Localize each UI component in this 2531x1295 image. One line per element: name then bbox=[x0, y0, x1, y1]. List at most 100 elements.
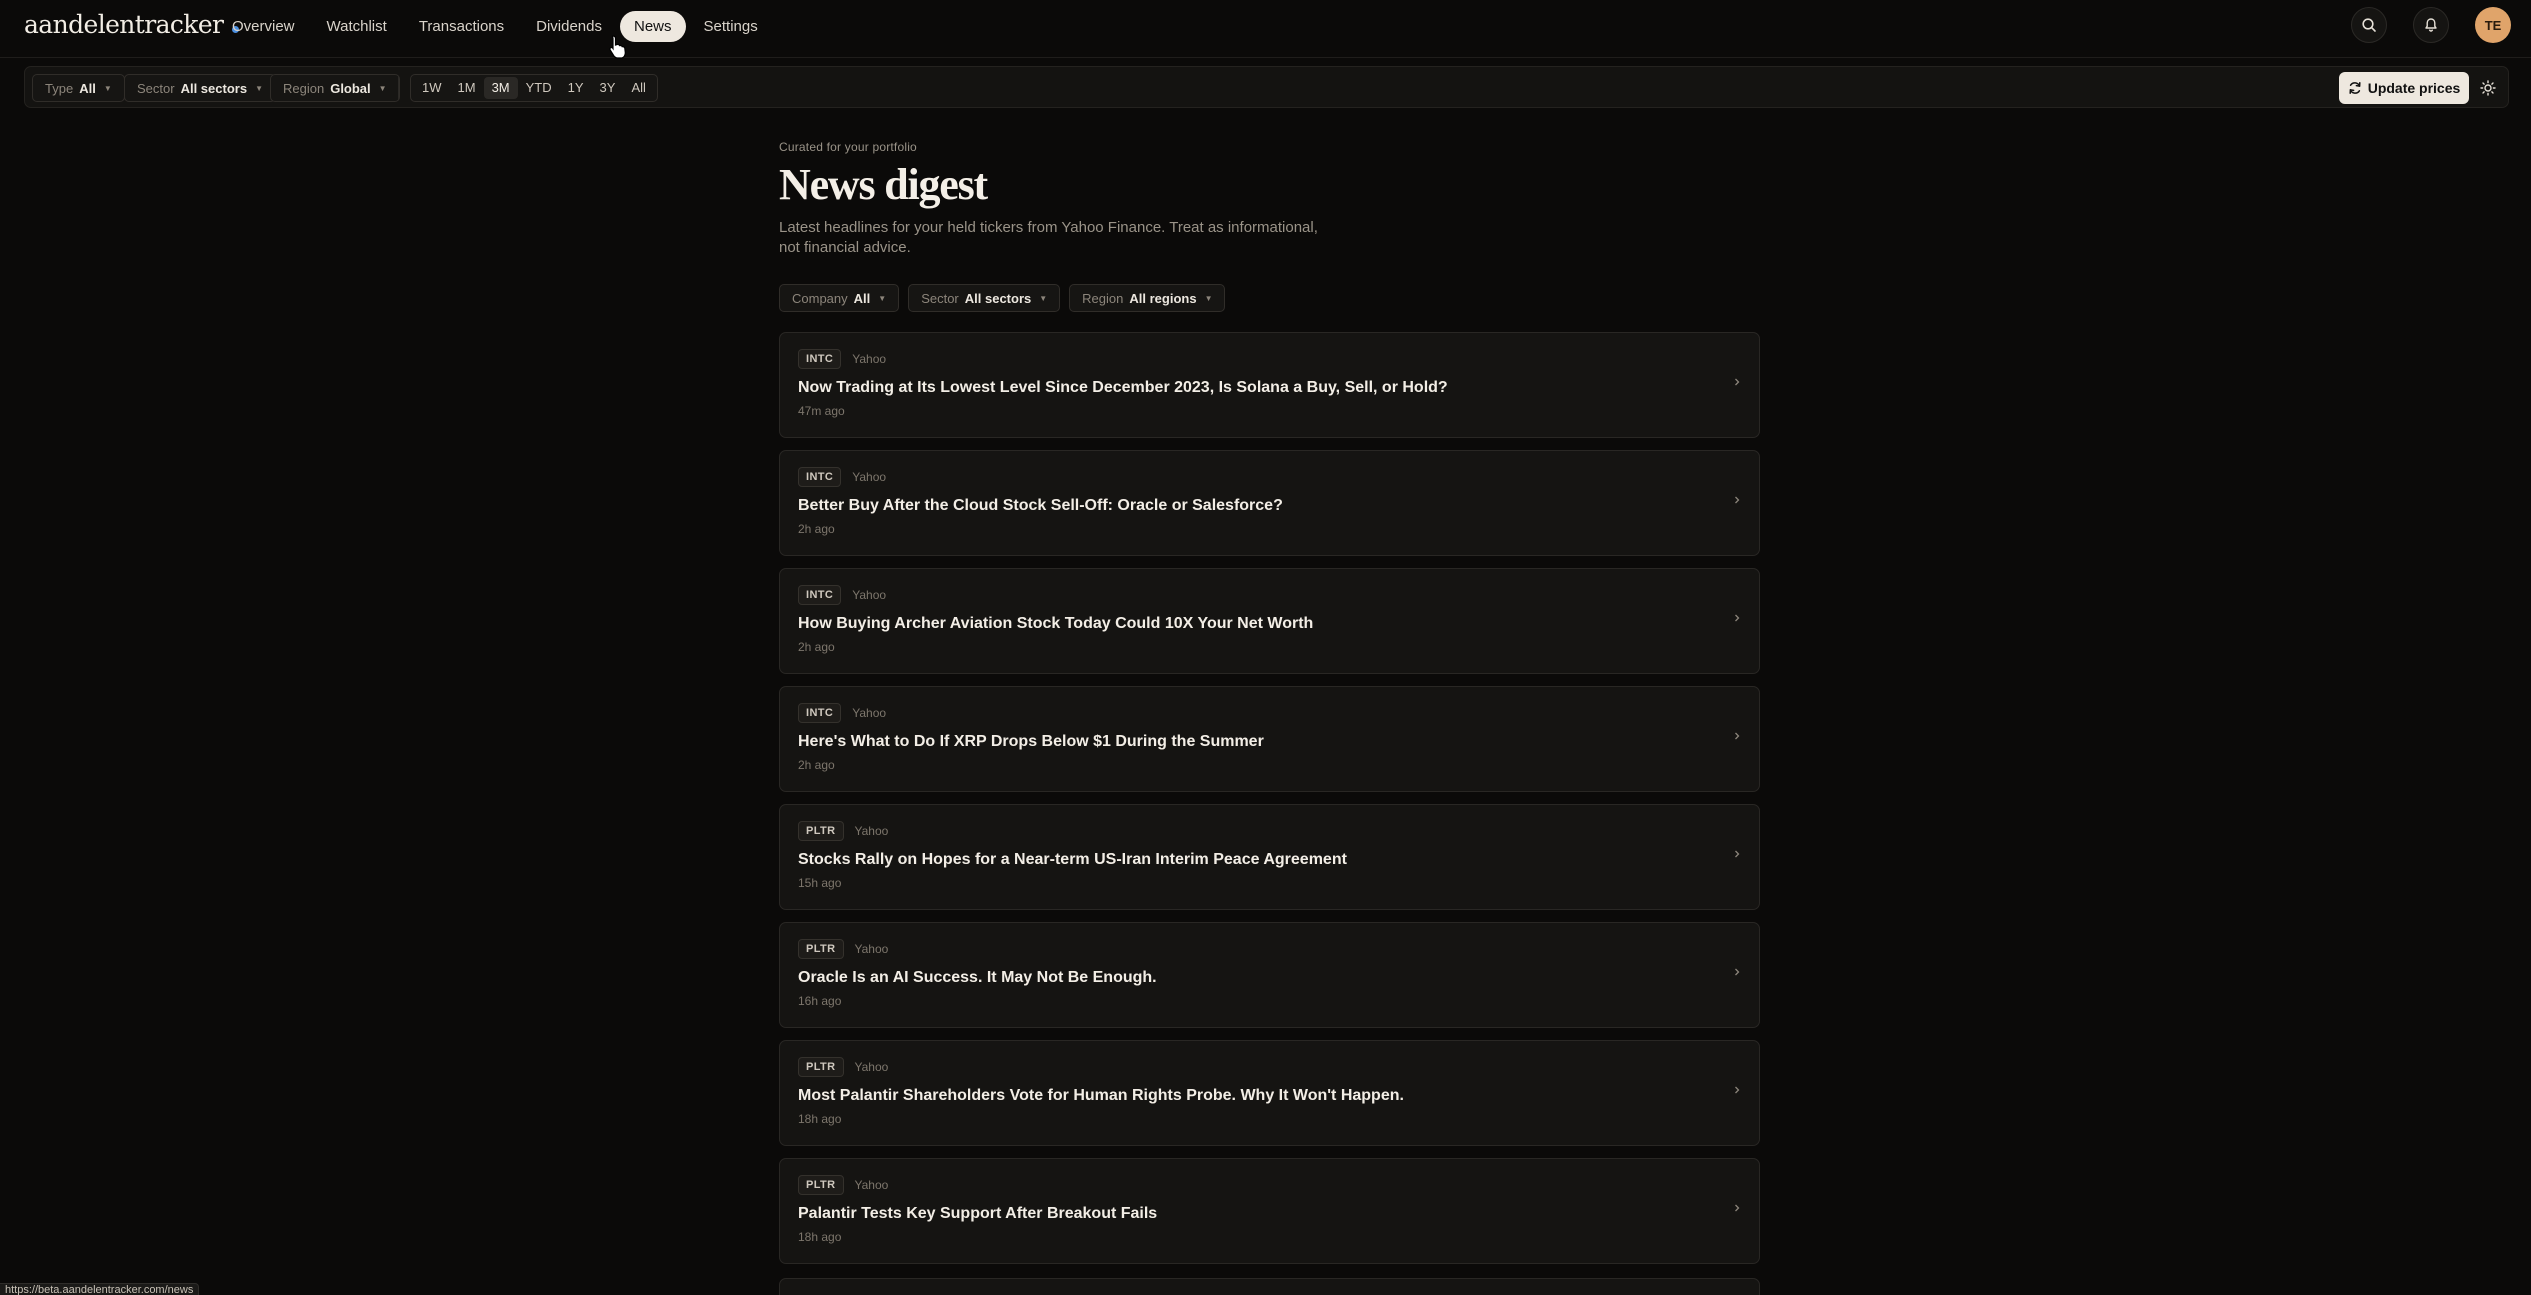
type-filter[interactable]: Type All ▼ bbox=[32, 74, 125, 102]
news-region-filter[interactable]: Region All regions ▼ bbox=[1069, 284, 1226, 312]
chevron-down-icon: ▼ bbox=[255, 83, 263, 93]
chevron-right-icon bbox=[1735, 732, 1740, 740]
news-headline[interactable]: Palantir Tests Key Support After Breakou… bbox=[798, 1205, 1157, 1223]
nav-link-news[interactable]: News bbox=[620, 11, 686, 42]
type-filter-value: All bbox=[79, 80, 96, 96]
chevron-down-icon: ▼ bbox=[1204, 293, 1213, 303]
news-meta: PLTR Yahoo bbox=[798, 1175, 888, 1195]
ticker-badge: INTC bbox=[798, 349, 842, 369]
news-item[interactable]: INTC Yahoo Now Trading at Its Lowest Lev… bbox=[779, 332, 1760, 438]
news-timestamp: 18h ago bbox=[798, 1230, 842, 1244]
company-filter[interactable]: Company All ▼ bbox=[779, 284, 900, 312]
chevron-down-icon: ▼ bbox=[378, 83, 387, 93]
news-item[interactable]: INTC Yahoo Better Buy After the Cloud St… bbox=[779, 450, 1760, 556]
company-filter-value: All bbox=[853, 290, 871, 306]
region-filter-value: Global bbox=[330, 80, 371, 96]
news-meta: INTC Yahoo bbox=[798, 703, 886, 723]
sector-filter-value: All sectors bbox=[180, 80, 248, 96]
sector-filter[interactable]: Sector All sectors ▼ bbox=[124, 74, 276, 102]
chevron-down-icon: ▼ bbox=[1039, 293, 1048, 303]
range-all[interactable]: All bbox=[623, 77, 653, 99]
ticker-badge: INTC bbox=[798, 585, 842, 605]
page-subtitle: Latest headlines for your held tickers f… bbox=[779, 219, 1318, 256]
chevron-down-icon: ▼ bbox=[878, 293, 887, 303]
brand-name: aandelentracker bbox=[24, 9, 224, 39]
news-source: Yahoo bbox=[852, 706, 887, 720]
news-source: Yahoo bbox=[852, 352, 887, 366]
news-headline[interactable]: How Buying Archer Aviation Stock Today C… bbox=[798, 615, 1313, 633]
company-filter-label: Company bbox=[792, 290, 848, 306]
news-item-partial[interactable] bbox=[779, 1278, 1760, 1295]
mouse-pointer-icon bbox=[609, 35, 626, 59]
range-1y[interactable]: 1Y bbox=[560, 77, 592, 99]
chevron-right-icon bbox=[1735, 1204, 1740, 1212]
chevron-right-icon bbox=[1735, 496, 1740, 504]
news-source: Yahoo bbox=[854, 942, 889, 956]
news-region-filter-label: Region bbox=[1082, 290, 1124, 306]
news-list: INTC Yahoo Now Trading at Its Lowest Lev… bbox=[779, 332, 1760, 1276]
region-filter[interactable]: Region Global ▼ bbox=[270, 74, 400, 102]
news-meta: PLTR Yahoo bbox=[798, 821, 888, 841]
news-headline[interactable]: Now Trading at Its Lowest Level Since De… bbox=[798, 379, 1448, 397]
chevron-right-icon bbox=[1735, 968, 1740, 976]
news-timestamp: 2h ago bbox=[798, 758, 835, 772]
nav-actions: TE bbox=[2325, 7, 2511, 43]
chevron-down-icon: ▼ bbox=[103, 83, 112, 93]
news-headline[interactable]: Better Buy After the Cloud Stock Sell-Of… bbox=[798, 497, 1283, 515]
nav-link-transactions[interactable]: Transactions bbox=[405, 11, 518, 42]
news-headline[interactable]: Here's What to Do If XRP Drops Below $1 … bbox=[798, 733, 1264, 751]
sector-filter-label: Sector bbox=[137, 80, 175, 96]
time-range-selector: 1W 1M 3M YTD 1Y 3Y All bbox=[410, 74, 658, 102]
news-sector-filter[interactable]: Sector All sectors ▼ bbox=[908, 284, 1061, 312]
search-button[interactable] bbox=[2351, 7, 2387, 43]
brand-logo[interactable]: aandelentracker bbox=[24, 8, 240, 40]
news-timestamp: 16h ago bbox=[798, 994, 842, 1008]
news-item[interactable]: INTC Yahoo Here's What to Do If XRP Drop… bbox=[779, 686, 1760, 792]
nav-link-watchlist[interactable]: Watchlist bbox=[313, 11, 401, 42]
main-nav: Overview Watchlist Transactions Dividend… bbox=[218, 11, 776, 42]
news-item[interactable]: PLTR Yahoo Most Palantir Shareholders Vo… bbox=[779, 1040, 1760, 1146]
page-title: News digest bbox=[779, 160, 988, 209]
news-item[interactable]: PLTR Yahoo Oracle Is an AI Success. It M… bbox=[779, 922, 1760, 1028]
news-meta: PLTR Yahoo bbox=[798, 1057, 888, 1077]
news-meta: INTC Yahoo bbox=[798, 349, 886, 369]
user-avatar[interactable]: TE bbox=[2475, 7, 2511, 43]
range-3y[interactable]: 3Y bbox=[592, 77, 624, 99]
news-item[interactable]: INTC Yahoo How Buying Archer Aviation St… bbox=[779, 568, 1760, 674]
news-meta: INTC Yahoo bbox=[798, 467, 886, 487]
range-1m[interactable]: 1M bbox=[450, 77, 484, 99]
range-ytd[interactable]: YTD bbox=[518, 77, 560, 99]
news-headline[interactable]: Stocks Rally on Hopes for a Near-term US… bbox=[798, 851, 1347, 869]
news-source: Yahoo bbox=[854, 1178, 889, 1192]
news-source: Yahoo bbox=[852, 588, 887, 602]
bell-icon bbox=[2425, 18, 2437, 32]
range-3m[interactable]: 3M bbox=[483, 77, 518, 99]
news-source: Yahoo bbox=[852, 470, 887, 484]
top-navigation: aandelentracker Overview Watchlist Trans… bbox=[0, 0, 2531, 59]
type-filter-label: Type bbox=[45, 80, 74, 96]
notifications-button[interactable] bbox=[2413, 7, 2449, 43]
news-page: Curated for your portfolio News digest L… bbox=[779, 140, 1760, 1264]
chevron-right-icon bbox=[1735, 1086, 1740, 1094]
news-meta: INTC Yahoo bbox=[798, 585, 886, 605]
update-prices-button[interactable]: Update prices bbox=[2339, 72, 2469, 104]
news-headline[interactable]: Most Palantir Shareholders Vote for Huma… bbox=[798, 1087, 1404, 1105]
page-eyebrow: Curated for your portfolio bbox=[779, 140, 917, 154]
news-source: Yahoo bbox=[854, 824, 889, 838]
region-filter-label: Region bbox=[283, 80, 325, 96]
news-headline[interactable]: Oracle Is an AI Success. It May Not Be E… bbox=[798, 969, 1157, 987]
range-1w[interactable]: 1W bbox=[414, 77, 450, 99]
news-timestamp: 18h ago bbox=[798, 1112, 842, 1126]
nav-link-settings[interactable]: Settings bbox=[690, 11, 772, 42]
sun-icon bbox=[2480, 80, 2496, 96]
news-source: Yahoo bbox=[854, 1060, 889, 1074]
search-icon bbox=[2362, 18, 2376, 32]
ticker-badge: PLTR bbox=[798, 1175, 844, 1195]
theme-toggle-button[interactable] bbox=[2476, 76, 2500, 100]
news-item[interactable]: PLTR Yahoo Stocks Rally on Hopes for a N… bbox=[779, 804, 1760, 910]
nav-link-overview[interactable]: Overview bbox=[218, 11, 309, 42]
news-region-filter-value: All regions bbox=[1129, 290, 1197, 306]
news-item[interactable]: PLTR Yahoo Palantir Tests Key Support Af… bbox=[779, 1158, 1760, 1264]
nav-link-dividends[interactable]: Dividends bbox=[522, 11, 616, 42]
global-filter-toolbar: Type All ▼ Sector All sectors ▼ Region G… bbox=[24, 66, 2509, 108]
